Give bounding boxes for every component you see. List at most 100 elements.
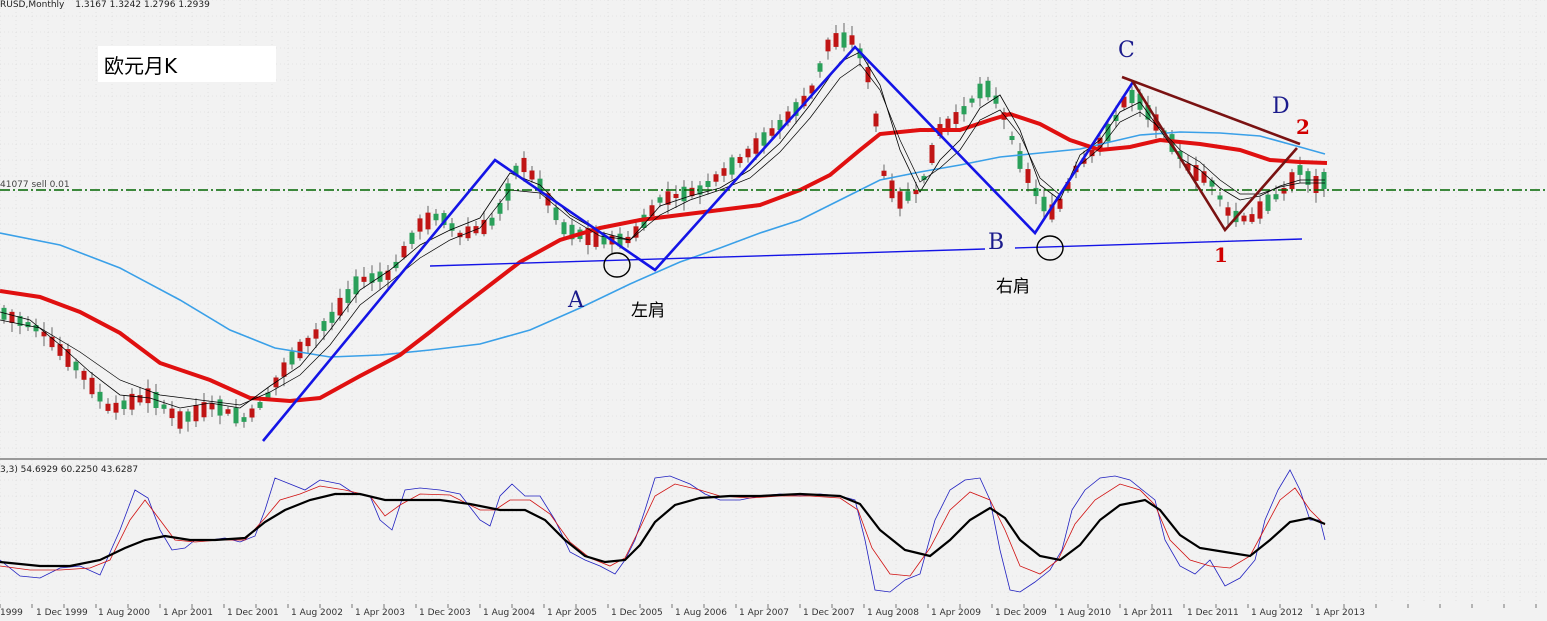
candle-bull	[969, 98, 975, 103]
symbol-label: RUSD,Monthly 1.3167 1.3242 1.2796 1.2939	[0, 0, 210, 10]
candle-bull	[681, 186, 687, 202]
candle-bull	[1321, 171, 1327, 190]
candle-bear	[225, 409, 231, 414]
candle-bear	[113, 402, 119, 413]
candle-bear	[881, 170, 887, 176]
candle-bull	[217, 399, 223, 416]
candle-bull	[185, 411, 191, 422]
candle-bull	[353, 276, 359, 295]
label-b: B	[988, 230, 1005, 255]
candle-bull	[561, 222, 567, 235]
x-label: 1 Dec 2011	[1187, 608, 1239, 618]
price-chart[interactable]	[0, 0, 1547, 621]
x-label: 1 Apr 2009	[931, 608, 981, 618]
candle-bear	[897, 191, 903, 209]
candle-bull	[905, 191, 911, 201]
candle-bull	[345, 289, 351, 303]
candle-bull	[961, 106, 967, 115]
candle-bull	[705, 180, 711, 188]
candle-bear	[873, 113, 879, 127]
candle-bear	[89, 377, 95, 395]
candle-bear	[193, 405, 199, 422]
grid-lines	[0, 0, 1547, 604]
candle-bear	[945, 118, 951, 130]
candle-bull	[489, 217, 495, 226]
candle-bear	[529, 170, 535, 180]
candle-bull	[233, 407, 239, 424]
candle-bull	[1217, 195, 1223, 200]
candle-bull	[1265, 194, 1271, 211]
right-shoulder-circle	[1036, 235, 1064, 261]
x-label: 1999	[0, 608, 23, 618]
candle-bear	[137, 395, 143, 403]
candle-bear	[249, 408, 255, 418]
x-label: 1 Apr 2001	[163, 608, 213, 618]
label-wave-1: 1	[1214, 243, 1228, 267]
candle-bear	[9, 311, 15, 323]
label-left-shoulder: 左肩	[631, 301, 665, 321]
candle-bull	[161, 404, 167, 409]
label-right-shoulder: 右肩	[996, 277, 1030, 297]
x-label: 1 Dec 1999	[36, 608, 88, 618]
candle-bull	[121, 400, 127, 410]
candle-bull	[841, 32, 847, 48]
candle-bull	[1273, 194, 1279, 200]
candle-bull	[1033, 187, 1039, 197]
candle-bear	[1201, 171, 1207, 183]
order-line-label: 41077 sell 0.01	[0, 180, 70, 190]
symbol-text: RUSD,Monthly	[0, 0, 65, 10]
stochastic-k-line	[0, 469, 1326, 593]
x-label: 1 Aug 2004	[483, 608, 535, 618]
candle-bear	[169, 408, 175, 419]
candle-bear	[1225, 207, 1231, 216]
moving-average-mid	[0, 63, 1325, 406]
candle-bull	[409, 232, 415, 244]
candle-bear	[929, 145, 935, 163]
candle-bear	[177, 411, 183, 429]
x-label: 1 Dec 2007	[803, 608, 855, 618]
candle-bear	[57, 344, 63, 356]
candle-bear	[305, 337, 311, 347]
chart-title: 欧元月K	[104, 54, 178, 78]
candle-bull	[977, 83, 983, 99]
candle-bull	[657, 197, 663, 203]
candle-bear	[953, 112, 959, 124]
candle-bull	[1041, 196, 1047, 212]
x-label: 1 Dec 2005	[611, 608, 663, 618]
candle-bear	[361, 276, 367, 282]
stochastic-d-line	[0, 483, 1326, 577]
neckline-right	[1014, 238, 1303, 249]
candle-bear	[81, 370, 87, 380]
candle-bull	[369, 273, 375, 283]
label-wave-2: 2	[1296, 115, 1310, 139]
ohlc-text: 1.3167 1.3242 1.2796 1.2939	[75, 0, 210, 10]
candle-bear	[281, 362, 287, 377]
candle-bear	[849, 35, 855, 45]
candle-bear	[1281, 187, 1287, 194]
candle-bear	[825, 39, 831, 52]
candle-bull	[257, 402, 263, 408]
candle-bull	[289, 351, 295, 365]
x-label: 1 Aug 2008	[867, 608, 919, 618]
candle-bull	[329, 311, 335, 323]
label-a: A	[568, 288, 584, 313]
chart-window[interactable]: RUSD,Monthly 1.3167 1.3242 1.2796 1.2939…	[0, 0, 1547, 621]
candle-bear	[721, 168, 727, 176]
candle-bear	[1025, 169, 1031, 183]
candle-bull	[817, 63, 823, 72]
candle-bear	[737, 156, 743, 164]
x-label: 1 Aug 2012	[1251, 608, 1303, 618]
candle-bear	[41, 331, 47, 337]
candle-bear	[521, 157, 527, 173]
candle-bull	[761, 132, 767, 146]
x-label: 1 Aug 2010	[1059, 608, 1111, 618]
x-label: 1 Aug 2002	[291, 608, 343, 618]
candlesticks	[1, 22, 1327, 434]
title-box: 欧元月K	[98, 46, 276, 82]
x-label: 1 Apr 2011	[1123, 608, 1173, 618]
x-label: 1 Aug 2000	[98, 608, 150, 618]
candle-bear	[833, 33, 839, 47]
x-label: 1 Dec 2009	[995, 608, 1047, 618]
candle-bear	[105, 403, 111, 411]
candle-bear	[673, 193, 679, 199]
